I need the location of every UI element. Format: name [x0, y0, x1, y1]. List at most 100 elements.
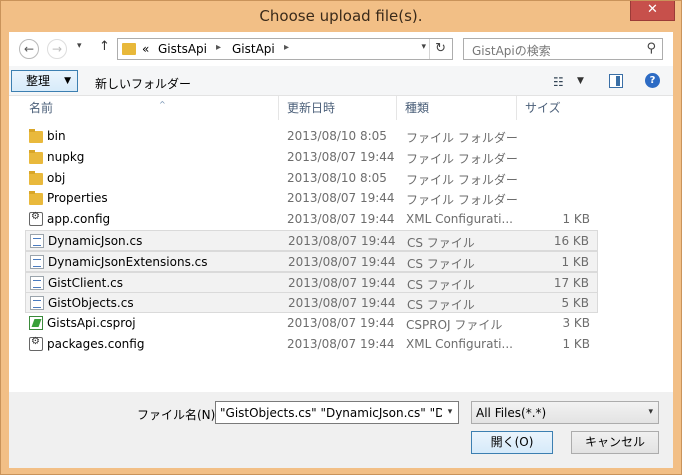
config-file-icon [29, 336, 43, 351]
file-date: 2013/08/07 19:44 [288, 296, 396, 311]
open-button[interactable]: 開く(O) [471, 431, 553, 454]
help-icon[interactable]: ? [645, 73, 660, 88]
address-divider [429, 39, 430, 59]
file-type: ファイル フォルダー [406, 131, 518, 145]
address-bar[interactable]: « GistsApi ▸ GistApi ▸ ▾ ↻ [117, 38, 453, 60]
file-row[interactable]: GistsApi.csproj 2013/08/07 19:44 CSPROJ ファ… [25, 313, 598, 334]
file-date: 2013/08/07 19:44 [287, 337, 395, 351]
organize-label: 整理 [26, 74, 51, 88]
file-type-value: All Files(*.*) [476, 406, 547, 420]
file-size: 16 KB [553, 234, 589, 248]
file-list[interactable]: 名前 ^ 更新日時 種類 サイズ bin 2013/08/10 8:05 ファイル … [9, 96, 673, 392]
file-row[interactable]: DynamicJson.cs 2013/08/07 19:44 CS ファイル 16 … [25, 230, 598, 251]
column-header-date[interactable]: 更新日時 [279, 96, 397, 120]
file-date: 2013/08/07 19:44 [287, 212, 395, 227]
filename-history-dropdown[interactable]: ▾ [442, 402, 458, 423]
column-header-name[interactable]: 名前 ^ [21, 96, 279, 120]
cs-file-icon [30, 254, 44, 269]
chevron-down-icon: ▼ [64, 76, 71, 86]
folder-icon [29, 191, 43, 206]
back-button[interactable]: ← [19, 39, 39, 59]
preview-pane-icon[interactable] [609, 74, 623, 88]
file-name: GistsApi.csproj [47, 316, 136, 331]
file-date: 2013/08/07 19:44 [288, 275, 396, 290]
view-options-dropdown[interactable]: ▼ [577, 76, 584, 86]
sort-ascending-icon: ^ [159, 100, 166, 109]
file-name: DynamicJson.cs [48, 234, 143, 248]
file-type: XML Configurati... [406, 337, 513, 351]
dialog-client-area: ← → ▾ ↑ « GistsApi ▸ GistApi ▸ ▾ ↻ GistA… [9, 32, 673, 468]
file-size: 1 KB [561, 254, 589, 269]
breadcrumb-gistapi[interactable]: GistApi [232, 42, 275, 56]
file-size: 17 KB [553, 275, 589, 290]
window-title: Choose upload file(s). [259, 7, 423, 25]
cancel-button[interactable]: キャンセル [571, 431, 659, 454]
file-row[interactable]: DynamicJsonExtensions.cs 2013/08/07 19:44… [25, 250, 598, 272]
cs-file-icon [30, 234, 44, 248]
search-icon[interactable]: ⚲ [646, 41, 656, 56]
file-name: packages.config [47, 337, 145, 351]
file-date: 2013/08/07 19:44 [288, 234, 396, 248]
file-date: 2013/08/10 8:05 [287, 129, 387, 143]
breadcrumb-overflow[interactable]: « [142, 42, 149, 56]
file-date: 2013/08/10 8:05 [287, 170, 387, 185]
filename-value: "GistObjects.cs" "DynamicJson.cs" "Dy [220, 406, 452, 420]
recent-locations-dropdown[interactable]: ▾ [77, 41, 82, 51]
breadcrumb-separator-icon[interactable]: ▸ [284, 42, 289, 53]
file-dialog-window: Choose upload file(s). ✕ ← → ▾ ↑ « Gists… [0, 0, 682, 475]
file-name: Properties [47, 191, 108, 206]
file-type: CSPROJ ファイル [406, 318, 503, 333]
view-options-icon[interactable]: ☷ [553, 75, 564, 89]
file-row[interactable]: obj 2013/08/10 8:05 ファイル フォルダー [25, 168, 598, 189]
cs-file-icon [30, 275, 44, 290]
navigation-bar: ← → ▾ ↑ « GistsApi ▸ GistApi ▸ ▾ ↻ GistA… [9, 32, 673, 66]
search-input[interactable]: GistApiの検索 ⚲ [463, 38, 663, 60]
file-size: 1 KB [562, 212, 590, 227]
breadcrumb-separator-icon[interactable]: ▸ [216, 42, 221, 53]
file-row[interactable]: packages.config 2013/08/07 19:44 XML Confi… [25, 334, 598, 355]
folder-icon [122, 43, 136, 55]
search-placeholder: GistApiの検索 [472, 44, 551, 58]
file-name: bin [47, 129, 66, 143]
file-type: CS ファイル [407, 236, 475, 250]
file-type: CS ファイル [407, 256, 475, 271]
filename-input[interactable]: "GistObjects.cs" "DynamicJson.cs" "Dy ▾ [215, 401, 459, 424]
new-folder-button[interactable]: 新しいフォルダー [95, 75, 191, 92]
column-header-label: 名前 [29, 101, 54, 115]
file-row[interactable]: nupkg 2013/08/07 19:44 ファイル フォルダー [25, 147, 598, 168]
file-size: 1 KB [562, 337, 590, 351]
column-header-size[interactable]: サイズ [517, 96, 599, 120]
file-type-select[interactable]: All Files(*.*) ▾ [471, 401, 659, 424]
cs-file-icon [30, 296, 44, 311]
file-date: 2013/08/07 19:44 [287, 191, 395, 206]
file-type: ファイル フォルダー [406, 151, 518, 166]
filename-label: ファイル名(N): [137, 408, 220, 422]
address-history-dropdown[interactable]: ▾ [421, 42, 426, 52]
file-type: ファイル フォルダー [406, 172, 518, 187]
chevron-down-icon: ▾ [648, 407, 653, 417]
file-date: 2013/08/07 19:44 [287, 316, 395, 331]
file-row[interactable]: app.config 2013/08/07 19:44 XML Configurat… [25, 209, 598, 230]
breadcrumb-gistsapi[interactable]: GistsApi [158, 42, 207, 56]
command-bar: 整理 ▼ 新しいフォルダー ☷ ▼ ? [9, 66, 673, 96]
file-type: CS ファイル [407, 298, 475, 313]
forward-button[interactable]: → [47, 39, 67, 59]
column-header-type[interactable]: 種類 [397, 96, 517, 120]
file-row[interactable]: bin 2013/08/10 8:05 ファイル フォルダー [25, 126, 598, 147]
file-name: GistClient.cs [48, 275, 123, 290]
file-name: nupkg [47, 149, 85, 164]
up-folder-button[interactable]: ↑ [99, 39, 110, 54]
file-row[interactable]: Properties 2013/08/07 19:44 ファイル フォルダー [25, 188, 598, 209]
folder-icon [29, 149, 43, 164]
csproj-file-icon [29, 316, 43, 331]
file-row[interactable]: GistClient.cs 2013/08/07 19:44 CS ファイル 17 K… [25, 271, 598, 293]
refresh-icon[interactable]: ↻ [435, 41, 446, 56]
file-size: 3 KB [562, 316, 590, 331]
folder-icon [29, 170, 43, 185]
file-name: DynamicJsonExtensions.cs [48, 254, 208, 269]
file-date: 2013/08/07 19:44 [287, 149, 395, 164]
close-button[interactable]: ✕ [630, 1, 675, 21]
title-bar[interactable]: Choose upload file(s). ✕ [1, 1, 681, 33]
file-row[interactable]: GistObjects.cs 2013/08/07 19:44 CS ファイル 5 K… [25, 292, 598, 314]
organize-button[interactable]: 整理 ▼ [11, 70, 78, 92]
